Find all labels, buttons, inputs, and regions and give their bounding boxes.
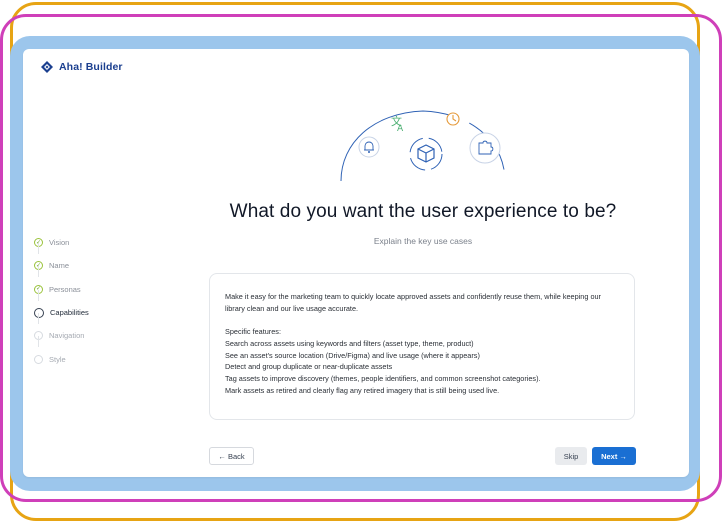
- feature-line: Mark assets as retired and clearly flag …: [225, 385, 500, 395]
- app-logo[interactable]: Aha! Builder: [40, 60, 123, 74]
- aha-logo-icon: [41, 61, 53, 73]
- clock-icon: [446, 112, 460, 126]
- step-capabilities[interactable]: Capabilities: [34, 301, 89, 324]
- step-connector: [38, 243, 39, 254]
- app-name: Aha! Builder: [59, 61, 123, 73]
- app-window: Aha! Builder ✓ Vision ✓ Name ✓ Personas …: [23, 49, 689, 477]
- step-label: Style: [49, 354, 66, 364]
- step-style[interactable]: Style: [34, 347, 89, 370]
- page-subtitle: Explain the key use cases: [373, 236, 473, 246]
- step-name[interactable]: ✓ Name: [34, 254, 89, 278]
- step-upcoming-indicator: [34, 354, 43, 364]
- step-connector: [38, 266, 39, 278]
- use-cases-textarea[interactable]: Make it easy for the marketing team to q…: [209, 273, 635, 420]
- page-title: What do you want the user experience to …: [229, 201, 617, 222]
- step-connector: [38, 336, 39, 348]
- feature-line: Detect and group duplicate or near-dupli…: [225, 362, 393, 372]
- step-connector: [38, 289, 39, 301]
- feature-line: See an asset's source location (Drive/Fi…: [225, 350, 480, 360]
- step-label: Personas: [49, 284, 81, 294]
- feature-line: Tag assets to improve discovery (themes,…: [225, 373, 541, 383]
- features-heading: Specific features:: [225, 327, 281, 337]
- bell-icon: [358, 136, 380, 158]
- capabilities-illustration: 文 A: [340, 110, 506, 182]
- step-label: Navigation: [49, 331, 85, 341]
- step-active-indicator: [34, 307, 44, 318]
- cube-icon: [409, 137, 443, 171]
- step-connector: [38, 312, 39, 324]
- back-button[interactable]: ← Back: [209, 447, 254, 465]
- step-navigation[interactable]: Navigation: [34, 324, 89, 348]
- step-label: Name: [49, 261, 70, 271]
- wizard-steps: ✓ Vision ✓ Name ✓ Personas Capabilities …: [34, 231, 89, 371]
- puzzle-icon: [469, 132, 501, 164]
- step-personas[interactable]: ✓ Personas: [34, 278, 89, 301]
- intro-paragraph: Make it easy for the marketing team to q…: [225, 292, 601, 313]
- translate-icon: 文 A: [391, 114, 404, 134]
- step-label: Vision: [49, 238, 70, 248]
- svg-text:A: A: [397, 124, 404, 134]
- next-button[interactable]: Next →: [592, 447, 636, 465]
- step-label: Capabilities: [50, 308, 89, 318]
- feature-line: Search across assets using keywords and …: [225, 338, 474, 348]
- skip-button[interactable]: Skip: [555, 447, 587, 465]
- step-vision[interactable]: ✓ Vision: [34, 231, 89, 254]
